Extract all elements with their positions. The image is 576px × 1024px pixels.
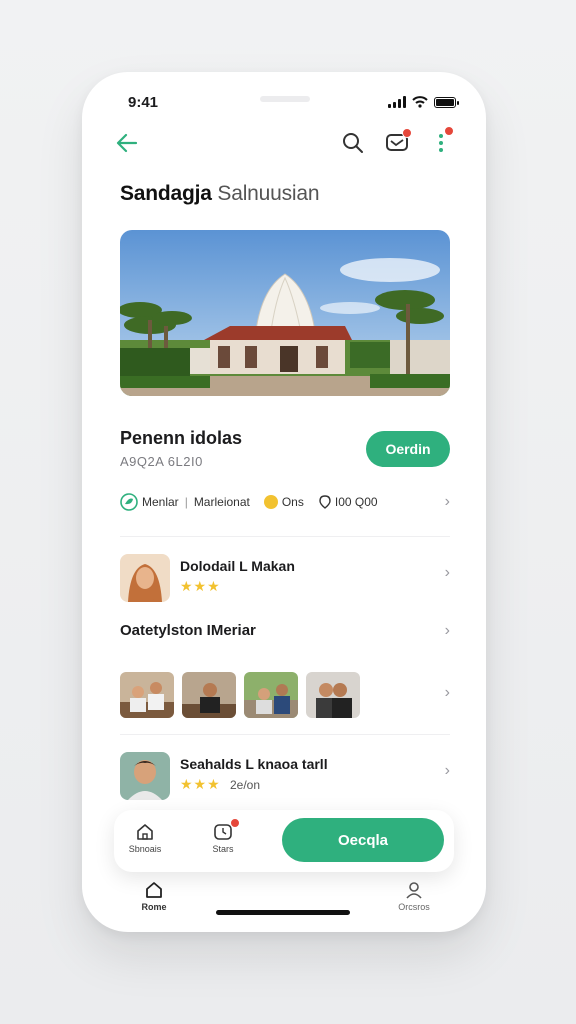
more-vertical-icon [439, 134, 443, 152]
coin-icon [263, 495, 278, 509]
rating-stars: ★★★ [180, 776, 221, 792]
reviewer-name: Seahalds L knaoa tarll [180, 756, 328, 772]
action-bar-label: Sbnoais [128, 844, 162, 854]
gallery-photo[interactable] [244, 672, 298, 718]
wifi-icon [412, 96, 428, 108]
photo-gallery [120, 672, 360, 718]
top-actions [340, 126, 454, 156]
chevron-right-icon: › [444, 493, 450, 510]
chevron-right-icon: › [444, 622, 450, 639]
status-time: 9:41 [128, 94, 159, 111]
page-title: Sandagja Salnuusian [120, 182, 320, 205]
action-bar-label: Stars [212, 844, 234, 854]
review-item[interactable]: Seahalds L knaoa tarll ★★★ 2e/on › [120, 752, 450, 802]
back-button[interactable] [114, 130, 144, 160]
location-icon [319, 495, 331, 509]
tab-home[interactable]: Rome [124, 880, 184, 912]
action-bar-item-stars[interactable]: Stars [198, 818, 248, 854]
signal-icon [388, 96, 406, 108]
meta-type: Marleionat [193, 495, 250, 509]
meta-separator: | [184, 495, 188, 509]
gallery-photo[interactable] [306, 672, 360, 718]
building-photo [120, 230, 450, 396]
tab-label: Rome [141, 902, 167, 912]
gallery-photo[interactable] [182, 672, 236, 718]
top-bar [114, 126, 454, 160]
divider [120, 734, 450, 735]
avatar [120, 752, 170, 800]
home-indicator [216, 910, 350, 915]
meta-category: Menlar [142, 495, 179, 509]
meta-rating: Ons [281, 495, 304, 509]
place-code: A9Q2A 6L2I0 [120, 454, 203, 469]
chevron-right-icon[interactable]: › [445, 684, 450, 702]
primary-action-button[interactable]: Oecqla [282, 818, 444, 862]
meta-distance: I00 Q00 [334, 495, 378, 509]
tab-label: Orcsros [398, 902, 430, 912]
messages-button[interactable] [384, 128, 412, 156]
gallery-photo[interactable] [120, 672, 174, 718]
chevron-right-icon: › [444, 564, 450, 581]
user-icon [406, 882, 422, 899]
dynamic-island [260, 96, 310, 102]
chevron-right-icon: › [444, 762, 450, 779]
home-icon [146, 882, 162, 898]
action-bar: Sbnoais Stars Oecqla [114, 810, 454, 872]
tab-profile[interactable]: Orcsros [384, 880, 444, 912]
review-date: 2e/on [230, 778, 261, 792]
tab-bar: Rome Orcsros [82, 880, 486, 932]
rating-stars: ★★★ [180, 578, 221, 594]
notification-dot [230, 818, 240, 828]
search-button[interactable] [340, 130, 366, 156]
gallery-title: Oatetylston IMeriar [120, 622, 256, 639]
more-button[interactable] [428, 126, 454, 156]
search-icon [343, 133, 363, 153]
open-button[interactable]: Oerdin [366, 431, 450, 467]
reviewer-name: Dolodail L Makan [180, 558, 295, 574]
arrow-left-icon [116, 133, 138, 153]
leaf-icon [120, 493, 138, 511]
system-icons [388, 96, 459, 108]
place-name: Penenn idolas [120, 428, 243, 448]
battery-icon [434, 96, 459, 108]
review-item[interactable]: Dolodail L Makan ★★★ › [120, 554, 450, 604]
notification-dot [402, 128, 412, 138]
phone-frame: 9:41 Sandagja Salnuusian Penenn idolas A… [82, 72, 486, 932]
place-meta-row[interactable]: Menlar | Marleionat Ons I00 Q00 › [120, 490, 450, 514]
action-bar-item-home[interactable]: Sbnoais [120, 820, 170, 854]
divider [120, 536, 450, 537]
notification-dot [444, 126, 454, 136]
gallery-header[interactable]: Oatetylston IMeriar › [120, 622, 450, 646]
hero-image[interactable] [120, 230, 450, 396]
avatar [120, 554, 170, 602]
house-icon [137, 824, 153, 840]
